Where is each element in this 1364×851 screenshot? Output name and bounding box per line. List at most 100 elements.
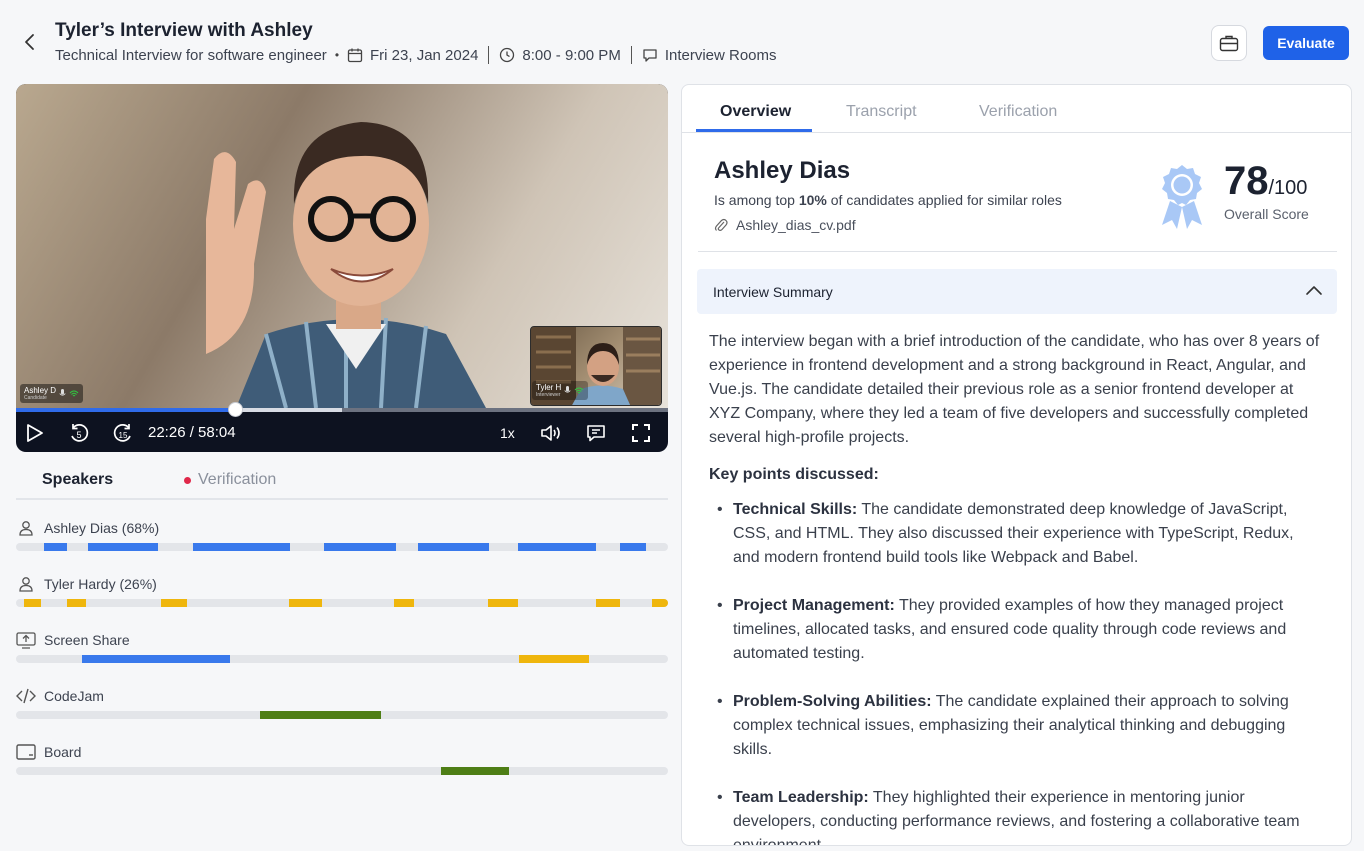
paperclip-icon — [714, 217, 730, 233]
mic-icon — [564, 386, 571, 393]
alert-dot — [184, 476, 191, 484]
timeline-segment[interactable] — [394, 599, 414, 607]
timeline-bar[interactable] — [16, 711, 668, 719]
rank-value: 10% — [798, 192, 827, 208]
timeline-segment[interactable] — [518, 543, 597, 551]
timeline-segment[interactable] — [87, 543, 159, 551]
score-label: Overall Score — [1224, 206, 1309, 222]
cv-attachment[interactable]: Ashley_dias_cv.pdf — [714, 217, 856, 233]
fullscreen-button[interactable] — [630, 422, 652, 444]
timeline-segment[interactable] — [161, 599, 188, 607]
svg-text:15: 15 — [119, 431, 128, 440]
key-point-title: Project Management: — [733, 597, 895, 614]
timeline-segment[interactable] — [488, 599, 519, 607]
timeline-segment[interactable] — [651, 599, 668, 607]
interview-summary-header[interactable]: Interview Summary — [697, 269, 1337, 314]
timeline-segment[interactable] — [259, 711, 382, 719]
video-frame: Ashley D Candidate Tyler H Interviewer — [16, 84, 668, 408]
video-time-display: 22:26 / 58:04 — [148, 424, 236, 441]
interview-time: 8:00 - 9:00 PM — [522, 46, 621, 64]
timeline-segment[interactable] — [192, 543, 290, 551]
video-player[interactable]: Ashley D Candidate Tyler H Interviewer 5… — [16, 84, 668, 452]
captions-button[interactable] — [585, 422, 607, 444]
timeline-segment[interactable] — [518, 655, 590, 663]
timeline-segment[interactable] — [596, 599, 620, 607]
briefcase-button[interactable] — [1211, 25, 1247, 61]
user-icon — [16, 574, 36, 594]
tab-speaker-verification[interactable]: Verification — [184, 471, 276, 489]
summary-title: Interview Summary — [713, 283, 833, 300]
screen-share-track: Screen Share — [16, 630, 668, 663]
screen-share-icon — [16, 630, 36, 650]
playback-speed-button[interactable]: 1x — [500, 425, 515, 441]
timeline-segment[interactable] — [81, 655, 231, 663]
list-item: Technical Skills: The candidate demonstr… — [709, 498, 1321, 570]
play-button[interactable] — [24, 422, 46, 444]
speaker-tabs: Speakers Verification — [16, 466, 668, 500]
candidate-rank: Is among top 10% of candidates applied f… — [714, 192, 1062, 208]
volume-icon — [541, 425, 560, 441]
tab-overview[interactable]: Overview — [720, 103, 791, 121]
interview-location: Interview Rooms — [664, 46, 777, 64]
timeline-segment[interactable] — [620, 543, 647, 551]
interviewer-pip-video[interactable]: Tyler H Interviewer — [530, 326, 662, 406]
evaluate-button[interactable]: Evaluate — [1263, 26, 1349, 60]
rewind-5-button[interactable]: 5 — [68, 422, 90, 444]
timeline-segment[interactable] — [289, 599, 322, 607]
track-label: Screen Share — [16, 630, 668, 650]
track-name: Tyler Hardy (26%) — [44, 576, 157, 592]
tab-speaker-verification-label: Verification — [198, 471, 277, 488]
key-points-title: Key points discussed: — [709, 466, 879, 483]
forward-15-button[interactable]: 15 — [112, 422, 134, 444]
timeline-segment[interactable] — [324, 543, 397, 551]
fullscreen-icon — [632, 424, 650, 442]
timeline-bar[interactable] — [16, 599, 668, 607]
track-name: Ashley Dias (68%) — [44, 520, 160, 536]
volume-button[interactable] — [540, 422, 562, 444]
timeline-segment[interactable] — [417, 543, 490, 551]
back-button[interactable] — [18, 30, 42, 54]
calendar-icon — [347, 47, 363, 63]
key-points-list: Technical Skills: The candidate demonstr… — [709, 498, 1321, 845]
timeline-bar[interactable] — [16, 655, 668, 663]
cv-filename: Ashley_dias_cv.pdf — [736, 217, 856, 233]
award-badge-icon — [1162, 165, 1202, 229]
timeline-bar[interactable] — [16, 767, 668, 775]
timeline-segment[interactable] — [66, 599, 86, 607]
clock-icon — [499, 47, 515, 63]
timeline-segment[interactable] — [23, 599, 41, 607]
interview-subtitle: Technical Interview for software enginee… — [55, 46, 327, 64]
track-label: Board — [16, 742, 668, 762]
codejam-track: CodeJam — [16, 686, 668, 719]
list-item: Team Leadership: They highlighted their … — [709, 786, 1321, 845]
track-name: Screen Share — [44, 632, 130, 648]
score-value: 78 — [1224, 159, 1269, 203]
interview-meta: Technical Interview for software enginee… — [55, 45, 777, 65]
timeline-bar[interactable] — [16, 543, 668, 551]
rewind-5-icon: 5 — [71, 424, 89, 442]
video-controls: 5 15 22:26 / 58:04 1x — [16, 412, 668, 452]
track-label: CodeJam — [16, 686, 668, 706]
active-tab-indicator — [696, 129, 812, 132]
rank-suffix: of candidates applied for similar roles — [826, 192, 1062, 208]
page-header: Tyler’s Interview with Ashley Technical … — [0, 0, 1364, 84]
candidate-name-tag: Ashley D Candidate — [20, 384, 84, 403]
summary-text: The interview began with a brief introdu… — [709, 333, 1320, 446]
details-tabs: Overview Transcript Verification — [682, 85, 1351, 133]
list-item: Project Management: They provided exampl… — [709, 594, 1321, 666]
forward-15-icon: 15 — [113, 424, 131, 442]
tab-verification[interactable]: Verification — [979, 103, 1057, 121]
chat-bubble-icon — [642, 47, 658, 63]
timeline-segment[interactable] — [441, 767, 509, 775]
key-point-title: Technical Skills: — [733, 501, 858, 518]
user-icon — [16, 518, 36, 538]
board-track: Board — [16, 742, 668, 775]
play-icon — [27, 424, 43, 442]
chat-bubble-icon — [587, 425, 605, 442]
track-label: Tyler Hardy (26%) — [16, 574, 668, 594]
timeline-segment[interactable] — [44, 543, 67, 551]
key-point-title: Team Leadership: — [733, 789, 869, 806]
tab-transcript[interactable]: Transcript — [846, 103, 917, 121]
speaker-track: Tyler Hardy (26%) — [16, 574, 668, 607]
tab-speakers[interactable]: Speakers — [42, 471, 113, 489]
